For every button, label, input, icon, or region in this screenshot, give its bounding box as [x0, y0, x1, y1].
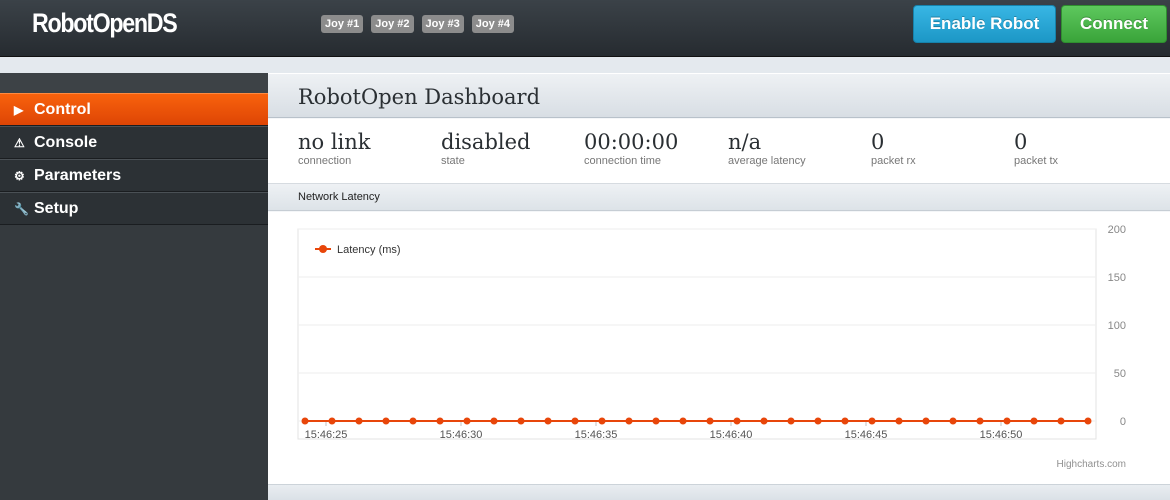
data-point	[787, 417, 795, 425]
sidebar-item-setup[interactable]: 🔧 Setup	[0, 192, 268, 225]
data-point	[679, 417, 687, 425]
sidebar-item-console[interactable]: ⚠ Console	[0, 126, 268, 159]
legend-marker-icon	[319, 245, 327, 253]
x-tick-label: 15:46:25	[305, 429, 348, 441]
latency-chart: 0 50 100 150 200 15:46:25 15:46:30 15:46:35 15:…	[297, 224, 1126, 470]
data-point	[706, 417, 714, 425]
enable-robot-button[interactable]: Enable Robot	[913, 5, 1056, 43]
data-point	[1057, 417, 1065, 425]
dashboard-footer	[268, 484, 1170, 500]
app-brand[interactable]: RobotOpenDS	[32, 8, 178, 39]
data-point	[301, 417, 309, 425]
wrench-icon: 🔧	[14, 201, 29, 216]
dashboard-panel: RobotOpen Dashboard no link connection d…	[268, 73, 1170, 500]
stat-connection-time: 00:00:00 connection time	[584, 129, 678, 167]
data-point	[1084, 417, 1092, 425]
stat-packet-tx: 0 packet tx	[1014, 129, 1058, 167]
data-point	[598, 417, 606, 425]
data-point	[463, 417, 471, 425]
stat-value: 0	[871, 130, 885, 154]
data-point	[895, 417, 903, 425]
data-point	[868, 417, 876, 425]
stat-value: 0	[1014, 130, 1028, 154]
stat-connection: no link connection	[298, 129, 371, 167]
chart-credit[interactable]: Highcharts.com	[1057, 459, 1126, 470]
x-tick-label: 15:46:50	[980, 429, 1023, 441]
stat-value: n/a	[728, 130, 762, 154]
page-title: RobotOpen Dashboard	[298, 85, 541, 109]
stat-value: no link	[298, 130, 371, 154]
data-point	[328, 417, 336, 425]
data-point	[409, 417, 417, 425]
stat-average-latency: n/a average latency	[728, 129, 806, 167]
joystick-indicators: Joy #1 Joy #2 Joy #3 Joy #4	[321, 15, 514, 33]
y-tick-label: 150	[1108, 272, 1126, 284]
stat-label: packet rx	[871, 155, 916, 167]
stat-label: state	[441, 155, 465, 167]
y-tick-label: 100	[1108, 320, 1126, 332]
joystick-badge-2[interactable]: Joy #2	[371, 15, 414, 33]
stat-label: average latency	[728, 155, 806, 167]
stat-label: connection	[298, 155, 352, 167]
data-point	[517, 417, 525, 425]
sidebar-item-control[interactable]: ▶ Control	[0, 93, 268, 126]
sidebar-item-label: Control	[34, 100, 91, 118]
data-point	[949, 417, 957, 425]
joystick-badge-1[interactable]: Joy #1	[321, 15, 364, 33]
top-navbar: RobotOpenDS Joy #1 Joy #2 Joy #3 Joy #4 …	[0, 0, 1170, 57]
data-point	[760, 417, 768, 425]
plot-background	[297, 228, 1097, 440]
y-tick-label: 50	[1114, 368, 1126, 380]
data-point	[490, 417, 498, 425]
data-point	[922, 417, 930, 425]
data-point	[733, 417, 741, 425]
sidebar-item-label: Setup	[34, 199, 79, 217]
data-point	[652, 417, 660, 425]
stat-label: connection time	[584, 155, 662, 167]
data-point	[976, 417, 984, 425]
joystick-badge-4[interactable]: Joy #4	[471, 15, 514, 33]
stat-state: disabled state	[441, 129, 531, 167]
sidebar-item-label: Console	[34, 133, 98, 151]
stat-label: packet tx	[1014, 155, 1059, 167]
data-point	[571, 417, 579, 425]
data-point	[814, 417, 822, 425]
y-tick-label: 200	[1108, 224, 1126, 236]
data-point	[355, 417, 363, 425]
data-point	[1003, 417, 1011, 425]
stats-row: no link connection disabled state 00:00:…	[268, 119, 1170, 184]
latency-chart-container: 0 50 100 150 200 15:46:25 15:46:30 15:46:35 15:…	[268, 212, 1170, 484]
sidebar-header	[0, 73, 268, 93]
data-point	[436, 417, 444, 425]
data-point	[625, 417, 633, 425]
y-axis: 0 50 100 150 200	[1108, 224, 1126, 428]
network-latency-header: Network Latency	[268, 184, 1170, 211]
x-tick-label: 15:46:40	[710, 429, 753, 441]
section-title: Network Latency	[298, 191, 380, 203]
joystick-badge-3[interactable]: Joy #3	[421, 15, 464, 33]
stat-value: disabled	[441, 130, 531, 154]
legend-label: Latency (ms)	[337, 244, 401, 256]
y-tick-label: 0	[1120, 416, 1126, 428]
data-point	[382, 417, 390, 425]
gear-icon: ⚙	[14, 168, 25, 183]
stat-packet-rx: 0 packet rx	[871, 129, 916, 167]
data-point	[544, 417, 552, 425]
play-icon: ▶	[14, 102, 24, 117]
x-tick-label: 15:46:30	[440, 429, 483, 441]
warning-icon: ⚠	[14, 135, 25, 150]
data-point	[1030, 417, 1038, 425]
dashboard-header: RobotOpen Dashboard	[268, 73, 1170, 118]
x-tick-label: 15:46:35	[575, 429, 618, 441]
connect-button[interactable]: Connect	[1061, 5, 1167, 43]
data-point	[841, 417, 849, 425]
sidebar-item-parameters[interactable]: ⚙ Parameters	[0, 159, 268, 192]
sidebar-item-label: Parameters	[34, 166, 122, 184]
x-tick-label: 15:46:45	[845, 429, 888, 441]
sidebar: ▶ Control ⚠ Console ⚙ Parameters 🔧 Setup	[0, 73, 268, 500]
stat-value: 00:00:00	[584, 130, 679, 154]
